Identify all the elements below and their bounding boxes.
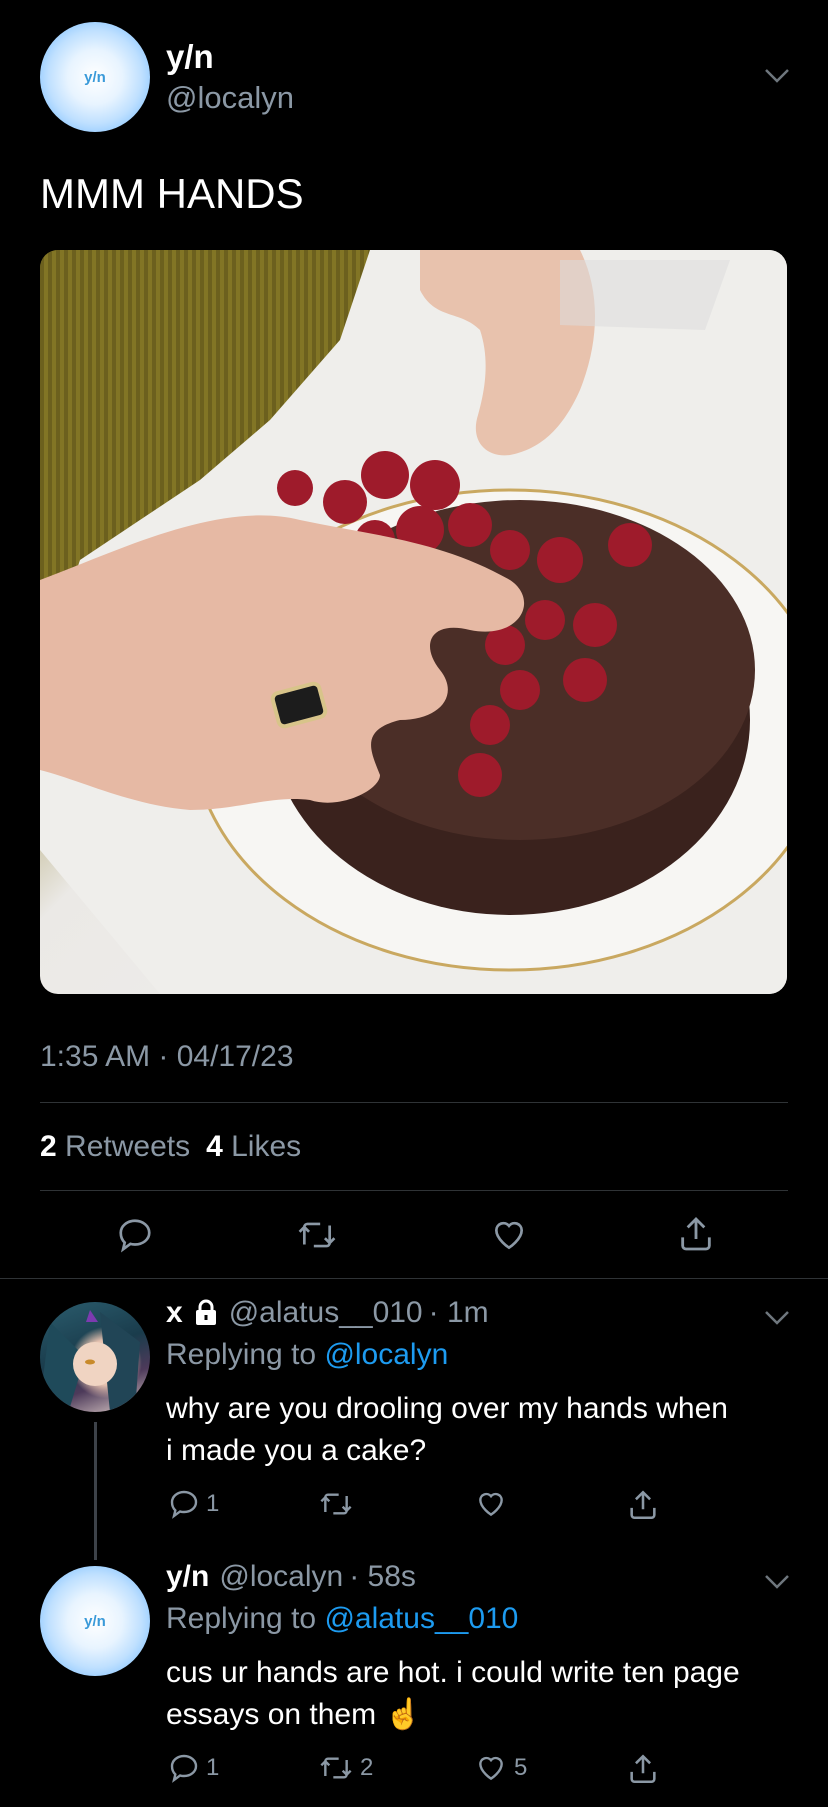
likes-stat[interactable]: 4 Likes	[206, 1130, 301, 1164]
reply-avatar[interactable]	[40, 1302, 150, 1412]
author-handle[interactable]: @localyn	[166, 80, 294, 116]
retweet-action[interactable]: 2	[318, 1752, 373, 1784]
replying-to-prefix: Replying to	[166, 1338, 317, 1371]
reply-author-handle[interactable]: @alatus__010	[229, 1296, 423, 1330]
avatar-label: y/n	[84, 1612, 106, 1630]
divider	[0, 1278, 828, 1279]
reply-text: cus ur hands are hot. i could write ten …	[166, 1656, 740, 1731]
author-avatar[interactable]: y/n	[40, 22, 150, 132]
like-icon[interactable]	[489, 1216, 529, 1254]
reply-time[interactable]: · 58s	[349, 1560, 416, 1594]
reply-text: why are you drooling over my hands when …	[166, 1392, 728, 1467]
likes-label: Likes	[231, 1130, 302, 1163]
reply-icon	[170, 1754, 198, 1783]
retweet-action[interactable]	[318, 1488, 360, 1520]
divider	[40, 1190, 788, 1191]
replying-to-prefix: Replying to	[166, 1602, 317, 1635]
like-icon	[479, 1756, 503, 1781]
share-icon[interactable]	[626, 1752, 660, 1786]
replying-to: Replying to @alatus__010	[166, 1602, 518, 1636]
retweets-count: 2	[40, 1130, 57, 1163]
replying-to: Replying to @localyn	[166, 1338, 448, 1372]
like-count: 5	[514, 1754, 528, 1781]
like-action[interactable]	[474, 1488, 514, 1520]
reply-count: 1	[206, 1754, 220, 1781]
avatar-illustration	[40, 1310, 140, 1412]
tweet-text: MMM HANDS	[40, 170, 304, 217]
likes-count: 4	[206, 1130, 223, 1163]
retweets-label: Retweets	[65, 1130, 191, 1163]
retweet-icon	[320, 1493, 352, 1515]
author-name[interactable]: y/n	[166, 38, 214, 76]
chevron-down-icon[interactable]	[762, 1308, 792, 1328]
lock-icon	[195, 1299, 216, 1325]
retweet-icon	[320, 1757, 352, 1779]
cake-photo-illustration	[40, 250, 787, 994]
avatar-label: y/n	[84, 68, 106, 86]
tweet-stats: 2 Retweets 4 Likes	[40, 1130, 301, 1164]
reply-author-handle[interactable]: @localyn	[219, 1560, 343, 1594]
thread-line	[94, 1422, 97, 1560]
tweet-photo[interactable]	[40, 250, 787, 994]
share-icon[interactable]	[626, 1488, 660, 1522]
reply-icon	[170, 1490, 198, 1519]
reply-header: y/n @localyn · 58s	[166, 1560, 416, 1594]
reply-action[interactable]: 1	[168, 1488, 219, 1520]
retweets-stat[interactable]: 2 Retweets	[40, 1130, 190, 1164]
chevron-down-icon[interactable]	[762, 66, 792, 86]
like-icon	[479, 1492, 503, 1517]
reply-author-name[interactable]: y/n	[166, 1560, 209, 1594]
reply-header: x @alatus__010 · 1m	[166, 1296, 489, 1330]
reply-action[interactable]: 1	[168, 1752, 219, 1784]
reply-time[interactable]: · 1m	[429, 1296, 489, 1330]
tweet-timestamp[interactable]: 1:35 AM · 04/17/23	[40, 1040, 294, 1074]
replying-to-link[interactable]: @localyn	[324, 1338, 448, 1371]
retweet-icon[interactable]	[296, 1216, 338, 1254]
share-icon[interactable]	[676, 1214, 716, 1254]
divider	[40, 1102, 788, 1103]
like-action[interactable]: 5	[474, 1752, 527, 1784]
replying-to-link[interactable]: @alatus__010	[324, 1602, 518, 1635]
reply-count: 1	[206, 1490, 220, 1517]
reply-icon[interactable]	[116, 1216, 154, 1254]
reply-avatar[interactable]: y/n	[40, 1566, 150, 1676]
reply-author-name[interactable]: x	[166, 1296, 183, 1330]
chevron-down-icon[interactable]	[762, 1572, 792, 1592]
retweet-count: 2	[360, 1754, 374, 1781]
